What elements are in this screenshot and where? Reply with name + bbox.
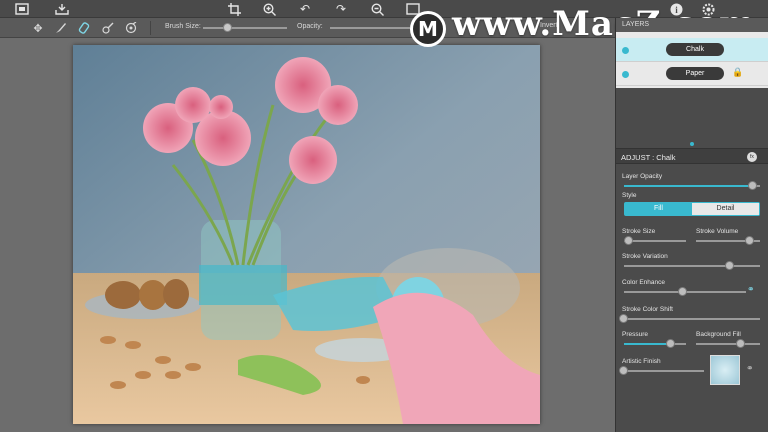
link-icon[interactable]: ⚭ [747, 285, 755, 295]
import-icon[interactable] [54, 1, 70, 17]
stroke-volume-knob[interactable] [745, 236, 755, 245]
frame-icon[interactable] [14, 1, 30, 17]
panel-resize-handle[interactable] [690, 142, 694, 146]
brush-size-slider[interactable] [203, 27, 287, 29]
layer-opacity-knob[interactable] [748, 181, 758, 190]
link-icon[interactable]: ⚭ [746, 364, 754, 374]
redo-icon[interactable]: ↷ [333, 1, 349, 17]
watermark-logo: M [410, 11, 446, 47]
pressure-knob[interactable] [665, 339, 675, 348]
adjust-title: ADJUST : Chalk [621, 153, 676, 162]
stroke-color-shift-knob[interactable] [619, 314, 628, 323]
background-fill-track[interactable] [696, 343, 760, 345]
background-fill-label: Background Fill [696, 331, 741, 338]
opacity-slider[interactable] [330, 27, 410, 29]
watermark-logo-letter: M [418, 17, 438, 41]
app-window: ↶ ↷ i ✥ Brush Size: Opacity: Invert M ww… [0, 0, 768, 432]
slider-fill [624, 185, 754, 187]
layer-opacity-label: Layer Opacity [622, 173, 663, 180]
zoom-out-icon[interactable] [369, 1, 385, 17]
right-panel: LAYERS Chalk Paper 🔒 ADJUST : Chalk fx L… [615, 18, 768, 432]
artistic-finish-track[interactable] [624, 370, 704, 372]
effect-menu-icon[interactable]: fx [747, 152, 757, 162]
background-fill-knob[interactable] [735, 339, 745, 348]
color-enhance-knob[interactable] [677, 287, 687, 296]
artwork-canvas[interactable] [73, 45, 540, 424]
chalk-still-life-image [73, 45, 540, 424]
smudge-icon[interactable] [100, 20, 116, 36]
opacity-label: Opacity: [297, 23, 323, 30]
brush-size-knob[interactable] [223, 23, 233, 32]
brush-icon[interactable] [53, 20, 69, 36]
stroke-size-knob[interactable] [623, 236, 633, 245]
stroke-variation-track[interactable] [624, 265, 760, 267]
layer-visibility-dot[interactable] [622, 71, 629, 78]
slider-fill [624, 343, 671, 345]
style-label: Style [622, 192, 637, 199]
stroke-variation-knob[interactable] [725, 261, 735, 270]
stroke-size-track[interactable] [624, 240, 686, 242]
target-icon[interactable] [123, 20, 139, 36]
layer-row-paper[interactable]: Paper 🔒 [616, 62, 768, 86]
stroke-color-shift-label: Stroke Color Shift [622, 306, 673, 313]
stroke-color-shift-track[interactable] [624, 318, 760, 320]
artistic-finish-knob[interactable] [619, 366, 628, 375]
style-toggle: Fill Detail [624, 202, 760, 216]
layer-visibility-dot[interactable] [622, 47, 629, 54]
color-enhance-label: Color Enhance [622, 279, 665, 286]
layers-panel: LAYERS Chalk Paper 🔒 [616, 18, 768, 88]
layer-name[interactable]: Chalk [666, 43, 724, 56]
lock-icon[interactable]: 🔒 [732, 68, 743, 78]
eraser-icon[interactable] [76, 20, 92, 36]
stroke-variation-label: Stroke Variation [622, 253, 668, 260]
undo-icon[interactable]: ↶ [297, 1, 313, 17]
layer-row-chalk[interactable]: Chalk [616, 38, 768, 62]
move-icon[interactable]: ✥ [30, 20, 46, 36]
stroke-size-label: Stroke Size [622, 228, 656, 235]
stroke-volume-label: Stroke Volume [696, 228, 739, 235]
adjust-header: ADJUST : Chalk fx [616, 148, 768, 164]
style-detail-button[interactable]: Detail [692, 203, 759, 215]
brush-size-label: Brush Size: [165, 23, 201, 30]
layer-name[interactable]: Paper [666, 67, 724, 80]
zoom-in-icon[interactable] [261, 1, 277, 17]
texture-swatch[interactable] [710, 355, 740, 385]
artistic-finish-label: Artistic Finish [622, 358, 661, 365]
layers-header: LAYERS [616, 18, 768, 32]
style-fill-button[interactable]: Fill [625, 203, 692, 215]
layers-title: LAYERS [622, 21, 650, 28]
crop-icon[interactable] [226, 1, 242, 17]
toolbar-divider [150, 21, 151, 35]
pressure-label: Pressure [622, 331, 649, 338]
